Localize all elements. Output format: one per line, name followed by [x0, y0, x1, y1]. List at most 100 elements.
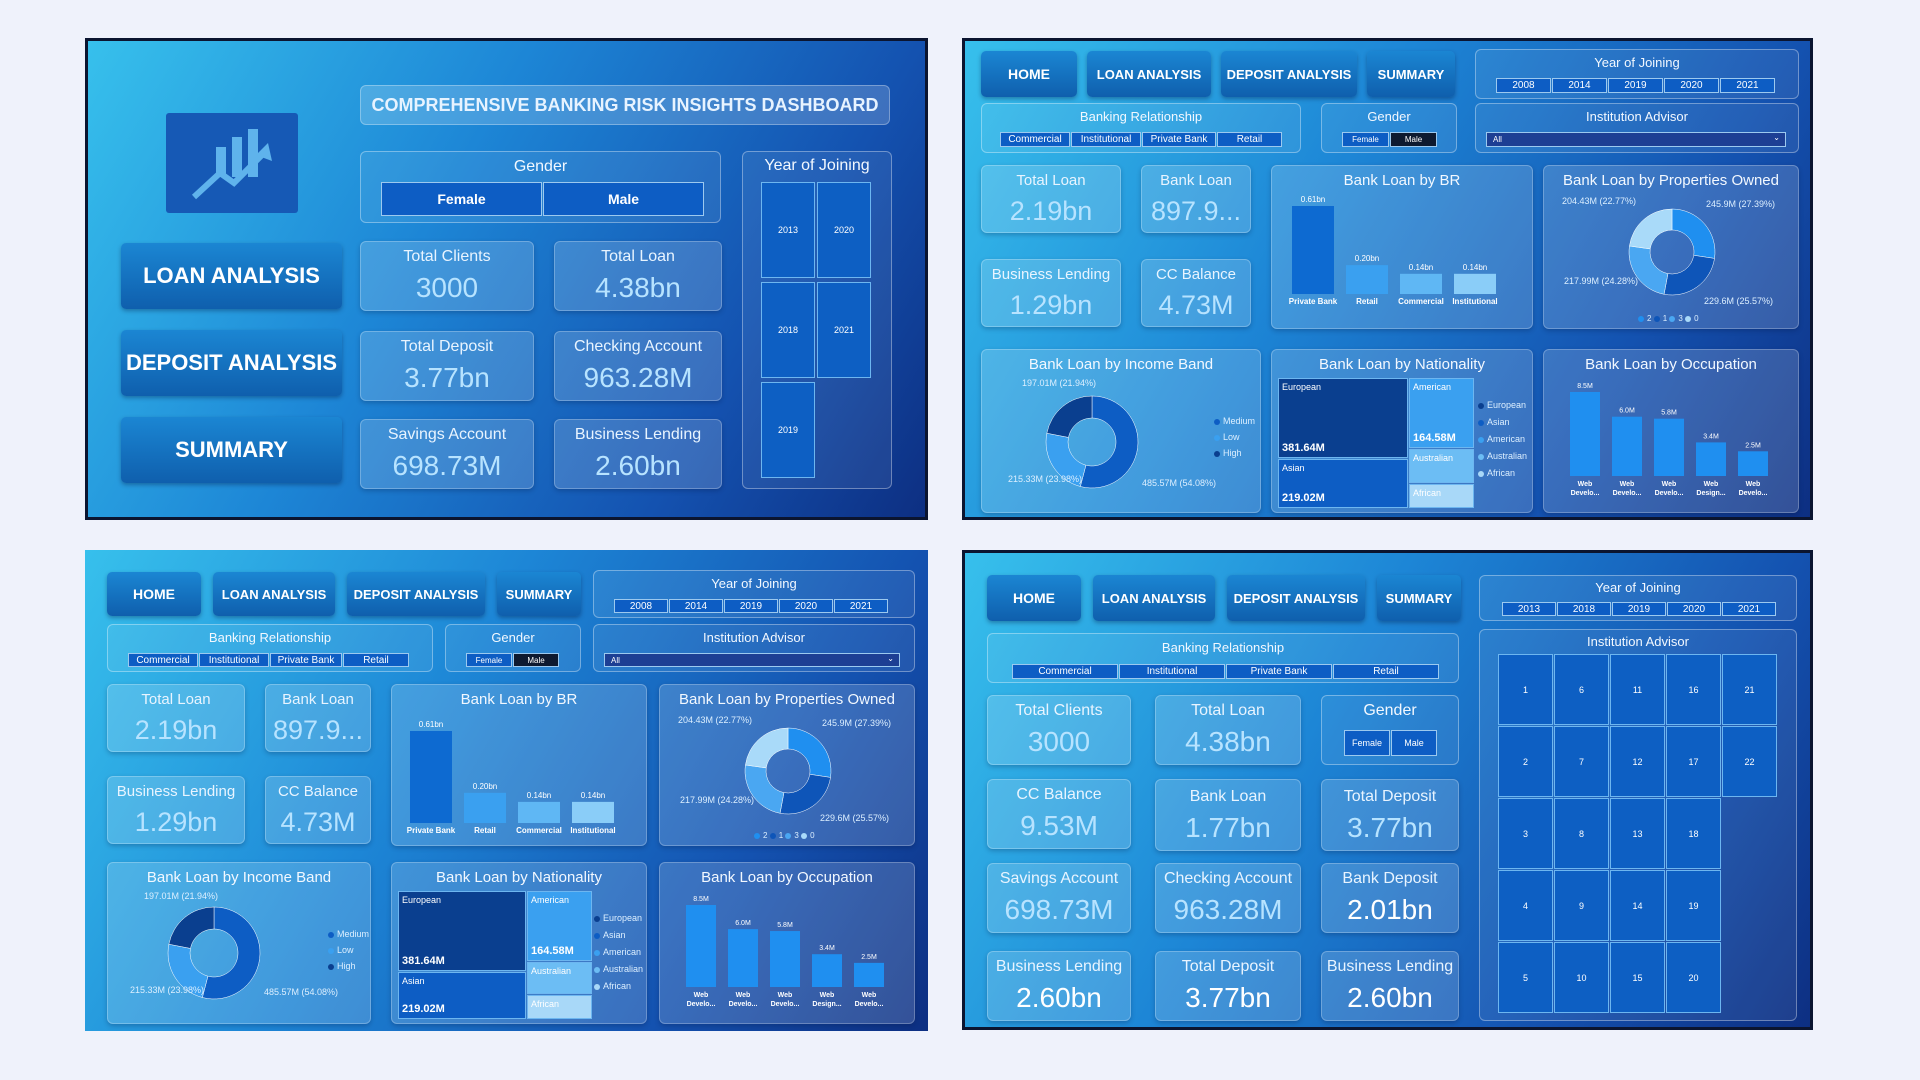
donut-slice-1[interactable]	[1663, 255, 1715, 296]
bar-0[interactable]	[686, 905, 716, 987]
br-option-institutional[interactable]: Institutional	[1119, 664, 1225, 679]
br-option-retail[interactable]: Retail	[1217, 132, 1282, 147]
bar-3[interactable]	[1454, 273, 1496, 294]
bar-1[interactable]	[728, 929, 758, 987]
gender-male-option[interactable]: Male	[1391, 730, 1437, 756]
bar-1[interactable]	[1612, 416, 1642, 476]
treemap-australian[interactable]: Australian	[527, 962, 592, 994]
year-option-2014[interactable]: 2014	[1552, 78, 1607, 93]
bar-3[interactable]	[812, 954, 842, 987]
gender-female-option[interactable]: Female	[1344, 730, 1390, 756]
advisor-option-5[interactable]: 5	[1498, 942, 1553, 1013]
donut-slice-1[interactable]	[779, 774, 831, 815]
advisor-option-13[interactable]: 13	[1610, 798, 1665, 869]
treemap-american[interactable]: American 164.58M	[527, 891, 592, 961]
advisor-option-14[interactable]: 14	[1610, 870, 1665, 941]
donut-slice-3[interactable]	[745, 727, 789, 769]
gender-male-option[interactable]: Male	[543, 182, 704, 216]
bar-2[interactable]	[1654, 418, 1684, 476]
bar-2[interactable]	[770, 931, 800, 987]
advisor-option-20[interactable]: 20	[1666, 942, 1721, 1013]
year-option-2021[interactable]: 2021	[1720, 78, 1775, 93]
year-option-2008[interactable]: 2008	[1496, 78, 1551, 93]
year-option-2013[interactable]: 2013	[761, 182, 815, 278]
bar-0[interactable]	[410, 731, 452, 823]
treemap-australian[interactable]: Australian	[1409, 449, 1474, 483]
br-option-institutional[interactable]: Institutional	[199, 653, 269, 667]
year-option-2013[interactable]: 2013	[1502, 602, 1556, 616]
nav-loan-analysis-button[interactable]: LOAN ANALYSIS	[213, 572, 335, 616]
nav-home-button[interactable]: HOME	[987, 575, 1081, 621]
nav-summary-button[interactable]: SUMMARY	[497, 572, 581, 616]
advisor-option-15[interactable]: 15	[1610, 942, 1665, 1013]
year-option-2021[interactable]: 2021	[817, 282, 871, 378]
year-option-2021[interactable]: 2021	[834, 599, 888, 613]
gender-female-option[interactable]: Female	[466, 653, 512, 667]
year-option-2020[interactable]: 2020	[1664, 78, 1719, 93]
treemap-american[interactable]: American 164.58M	[1409, 378, 1474, 448]
br-option-commercial[interactable]: Commercial	[1000, 132, 1070, 147]
br-option-commercial[interactable]: Commercial	[1012, 664, 1118, 679]
year-option-2018[interactable]: 2018	[761, 282, 815, 378]
advisor-option-18[interactable]: 18	[1666, 798, 1721, 869]
advisor-option-17[interactable]: 17	[1666, 726, 1721, 797]
br-option-retail[interactable]: Retail	[343, 653, 409, 667]
advisor-option-1[interactable]: 1	[1498, 654, 1553, 725]
advisor-option-3[interactable]: 3	[1498, 798, 1553, 869]
year-option-2021[interactable]: 2021	[1722, 602, 1776, 616]
nav-summary-button[interactable]: SUMMARY	[1377, 575, 1461, 621]
donut-slice-2[interactable]	[1046, 395, 1093, 438]
br-option-private-bank[interactable]: Private Bank	[1226, 664, 1332, 679]
advisor-option-16[interactable]: 16	[1666, 654, 1721, 725]
gender-male-option[interactable]: Male	[513, 653, 559, 667]
nav-loan-analysis-button[interactable]: LOAN ANALYSIS	[121, 243, 342, 309]
bar-4[interactable]	[1738, 451, 1768, 476]
bar-3[interactable]	[572, 801, 614, 823]
institution-advisor-dropdown[interactable]: All ⌄	[1486, 132, 1786, 147]
nav-deposit-analysis-button[interactable]: DEPOSIT ANALYSIS	[121, 330, 342, 396]
nav-summary-button[interactable]: SUMMARY	[121, 417, 342, 483]
advisor-option-6[interactable]: 6	[1554, 654, 1609, 725]
nav-deposit-analysis-button[interactable]: DEPOSIT ANALYSIS	[347, 572, 485, 616]
br-option-private-bank[interactable]: Private Bank	[270, 653, 342, 667]
bar-2[interactable]	[1400, 273, 1442, 294]
donut-slice-0[interactable]	[1671, 208, 1716, 259]
advisor-option-21[interactable]: 21	[1722, 654, 1777, 725]
year-option-2020[interactable]: 2020	[1667, 602, 1721, 616]
donut-slice-2[interactable]	[744, 764, 785, 814]
br-option-private-bank[interactable]: Private Bank	[1142, 132, 1216, 147]
bar-3[interactable]	[1696, 442, 1726, 476]
year-option-2019[interactable]: 2019	[724, 599, 778, 613]
year-option-2019[interactable]: 2019	[1608, 78, 1663, 93]
bar-1[interactable]	[464, 792, 506, 823]
nav-deposit-analysis-button[interactable]: DEPOSIT ANALYSIS	[1221, 51, 1357, 97]
advisor-option-22[interactable]: 22	[1722, 726, 1777, 797]
donut-slice-0[interactable]	[787, 727, 832, 778]
treemap-asian[interactable]: Asian 219.02M	[398, 972, 526, 1019]
year-option-2020[interactable]: 2020	[779, 599, 833, 613]
nav-home-button[interactable]: HOME	[107, 572, 201, 616]
year-option-2019[interactable]: 2019	[1612, 602, 1666, 616]
advisor-option-2[interactable]: 2	[1498, 726, 1553, 797]
treemap-european[interactable]: European 381.64M	[1278, 378, 1408, 458]
year-option-2018[interactable]: 2018	[1557, 602, 1611, 616]
bar-0[interactable]	[1570, 392, 1600, 476]
donut-slice-2[interactable]	[1628, 245, 1669, 295]
advisor-option-19[interactable]: 19	[1666, 870, 1721, 941]
advisor-option-12[interactable]: 12	[1610, 726, 1665, 797]
nav-summary-button[interactable]: SUMMARY	[1367, 51, 1455, 97]
treemap-african[interactable]: African	[527, 995, 592, 1019]
donut-slice-2[interactable]	[168, 906, 215, 949]
advisor-option-7[interactable]: 7	[1554, 726, 1609, 797]
year-option-2008[interactable]: 2008	[614, 599, 668, 613]
donut-slice-3[interactable]	[1629, 208, 1673, 250]
gender-female-option[interactable]: Female	[381, 182, 542, 216]
gender-male-option[interactable]: Male	[1390, 132, 1437, 147]
br-option-commercial[interactable]: Commercial	[128, 653, 198, 667]
advisor-option-9[interactable]: 9	[1554, 870, 1609, 941]
treemap-african[interactable]: African	[1409, 484, 1474, 508]
nav-home-button[interactable]: HOME	[981, 51, 1077, 97]
bar-2[interactable]	[518, 801, 560, 823]
nav-loan-analysis-button[interactable]: LOAN ANALYSIS	[1093, 575, 1215, 621]
year-option-2014[interactable]: 2014	[669, 599, 723, 613]
